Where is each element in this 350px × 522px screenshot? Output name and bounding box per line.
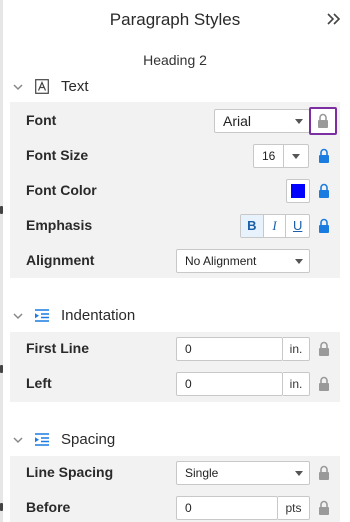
- text-section-header[interactable]: Text: [0, 76, 350, 98]
- chevron-down-icon[interactable]: [12, 433, 24, 445]
- alignment-select[interactable]: No Alignment: [176, 249, 310, 273]
- lock-icon[interactable]: [317, 148, 331, 164]
- resize-handle-mark: [0, 503, 3, 511]
- font-size-row: Font Size 16: [10, 139, 340, 173]
- spacing-section-label: Spacing: [61, 431, 116, 448]
- left-indent-label: Left: [26, 375, 52, 391]
- before-value: 0: [185, 501, 192, 515]
- font-row: Font Arial: [10, 104, 340, 138]
- paragraph-styles-panel: Paragraph Styles Heading 2 Text Font Ari…: [0, 0, 350, 522]
- alignment-value: No Alignment: [185, 254, 257, 268]
- spacing-section-header[interactable]: Spacing: [0, 429, 350, 451]
- bold-button[interactable]: B: [241, 215, 264, 237]
- font-color-label: Font Color: [26, 182, 97, 198]
- italic-button[interactable]: I: [264, 215, 287, 237]
- lock-icon[interactable]: [317, 183, 331, 199]
- emphasis-label: Emphasis: [26, 217, 93, 233]
- alignment-row: Alignment No Alignment: [10, 244, 340, 278]
- text-section-label: Text: [61, 78, 89, 95]
- chevron-down-icon: [295, 471, 303, 476]
- font-value: Arial: [223, 113, 252, 129]
- font-size-stepper[interactable]: 16: [253, 144, 309, 168]
- emphasis-row: Emphasis B I U: [10, 209, 340, 243]
- left-indent-unit: in.: [283, 372, 310, 396]
- alignment-label: Alignment: [26, 252, 95, 268]
- first-line-label: First Line: [26, 340, 90, 356]
- font-size-value: 16: [262, 149, 276, 163]
- lock-icon[interactable]: [317, 341, 331, 357]
- first-line-unit: in.: [283, 337, 310, 361]
- emphasis-button-group: B I U: [240, 214, 310, 238]
- first-line-row: First Line 0 in.: [10, 332, 340, 366]
- first-line-value: 0: [185, 342, 192, 356]
- font-label: Font: [26, 112, 57, 128]
- font-size-label: Font Size: [26, 147, 89, 163]
- indentation-section-label: Indentation: [61, 307, 136, 324]
- chevron-down-icon: [295, 259, 303, 264]
- indentation-section: First Line 0 in. Left 0 in.: [10, 332, 340, 402]
- left-indent-input[interactable]: 0: [176, 372, 283, 396]
- before-row: Before 0 pts: [10, 491, 340, 522]
- line-spacing-row: Line Spacing Single: [10, 456, 340, 490]
- underline-button[interactable]: U: [286, 215, 309, 237]
- font-color-row: Font Color: [10, 174, 340, 208]
- chevron-down-icon[interactable]: [12, 80, 24, 92]
- left-indent-value: 0: [185, 377, 192, 391]
- line-spacing-select[interactable]: Single: [176, 461, 310, 485]
- indent-icon: [35, 308, 49, 323]
- chevron-down-icon: [295, 119, 303, 124]
- chevron-down-icon[interactable]: [12, 309, 24, 321]
- lock-icon[interactable]: [317, 465, 331, 481]
- line-spacing-value: Single: [185, 466, 219, 480]
- lock-icon[interactable]: [316, 113, 330, 129]
- divider: [283, 145, 284, 167]
- highlighted-lock-frame[interactable]: [309, 107, 337, 135]
- indentation-section-header[interactable]: Indentation: [0, 305, 350, 327]
- before-unit: pts: [278, 496, 310, 520]
- chevron-down-icon[interactable]: [292, 154, 300, 159]
- font-select[interactable]: Arial: [214, 109, 310, 133]
- collapse-panel-icon[interactable]: [326, 9, 342, 29]
- color-fill: [291, 184, 305, 198]
- text-section: Font Arial Font Size 16 Font Color Empha…: [10, 102, 340, 278]
- first-line-input[interactable]: 0: [176, 337, 283, 361]
- resize-handle-mark: [0, 206, 3, 214]
- lock-icon[interactable]: [317, 376, 331, 392]
- lock-icon[interactable]: [317, 500, 331, 516]
- lock-icon[interactable]: [317, 218, 331, 234]
- line-spacing-label: Line Spacing: [26, 464, 114, 480]
- left-indent-row: Left 0 in.: [10, 367, 340, 401]
- before-input[interactable]: 0: [176, 496, 278, 520]
- spacing-icon: [35, 432, 49, 447]
- before-label: Before: [26, 499, 71, 515]
- font-color-swatch[interactable]: [286, 179, 310, 203]
- panel-title: Paragraph Styles: [109, 10, 241, 29]
- text-style-icon: [35, 79, 49, 94]
- resize-handle-mark: [0, 365, 3, 373]
- spacing-section: Line Spacing Single Before 0 pts: [10, 456, 340, 522]
- style-name: Heading 2: [143, 52, 207, 68]
